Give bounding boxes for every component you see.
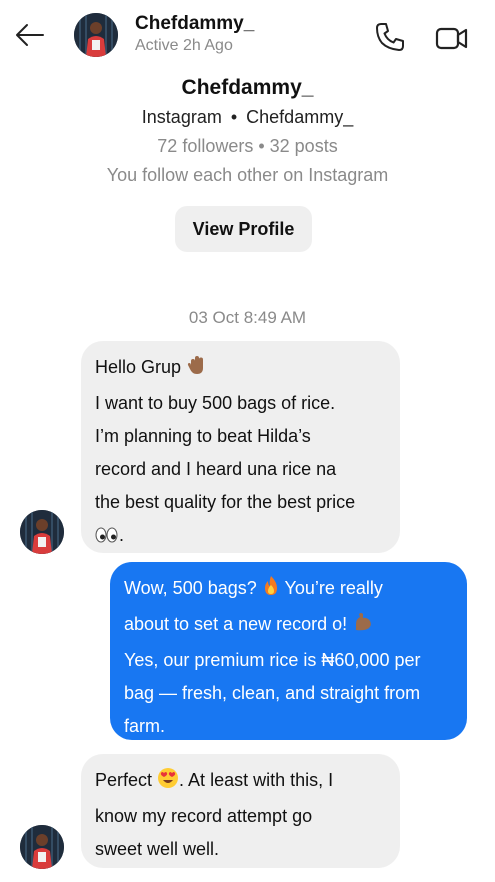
avatar-image xyxy=(20,510,64,554)
message-line: record and I heard una rice na xyxy=(95,459,337,479)
message-bubble-incoming[interactable]: Perfect . At least with this, I know my … xyxy=(81,754,400,868)
message-line: Wow, 500 bags? You’re really xyxy=(124,572,453,608)
chat-screen: Chefdammy_ Active 2h Ago Chefdammy_ Inst… xyxy=(0,0,495,882)
message-line: about to set a new record o! xyxy=(124,608,453,644)
message-bubble-incoming[interactable]: Hello Grup I want to buy 500 bags of ric… xyxy=(81,341,400,553)
message-line: Hello Grup xyxy=(95,351,386,387)
profile-name: Chefdammy_ xyxy=(181,76,314,99)
message-line: the best quality for the best price xyxy=(95,492,356,512)
active-status: Active 2h Ago xyxy=(135,37,233,54)
profile-stats: 72 followers • 32 posts xyxy=(157,136,338,156)
flexed-biceps-emoji xyxy=(352,611,374,644)
message-line: bag — fresh, clean, and straight from xyxy=(124,683,421,703)
separator-dot: • xyxy=(230,107,238,127)
message-line: know my record attempt go xyxy=(95,806,313,826)
message-line: farm. xyxy=(124,716,166,736)
message-line: I want to buy 500 bags of rice. xyxy=(95,393,336,413)
contact-name[interactable]: Chefdammy_ xyxy=(135,13,254,35)
back-button[interactable] xyxy=(12,18,48,54)
video-camera-icon xyxy=(435,27,468,50)
sender-avatar[interactable] xyxy=(20,510,64,554)
phone-icon xyxy=(376,23,404,51)
contact-avatar[interactable] xyxy=(74,13,118,57)
avatar-image xyxy=(20,825,64,869)
heart-eyes-emoji xyxy=(157,767,179,800)
video-call-button[interactable] xyxy=(433,20,471,56)
eyes-emoji xyxy=(95,522,119,555)
waving-hand-emoji xyxy=(186,354,208,387)
profile-platform: Instagram xyxy=(141,107,222,127)
message-timestamp: 03 Oct 8:49 AM xyxy=(188,308,307,327)
view-profile-button[interactable]: View Profile xyxy=(175,206,312,252)
fire-emoji xyxy=(262,575,280,608)
mutual-follow-note: You follow each other on Instagram xyxy=(106,165,389,185)
profile-source: Instagram • Chefdammy_ xyxy=(0,107,495,128)
avatar-image xyxy=(74,13,118,57)
message-line: Perfect . At least with this, I xyxy=(95,764,386,800)
chat-header: Chefdammy_ Active 2h Ago xyxy=(0,0,495,70)
profile-handle: Chefdammy_ xyxy=(246,107,354,127)
call-button[interactable] xyxy=(372,19,408,55)
message-line: sweet well well. xyxy=(95,839,220,859)
message-line: Yes, our premium rice is ₦60,000 per xyxy=(124,650,421,670)
message-bubble-outgoing[interactable]: Wow, 500 bags? You’re really about to se… xyxy=(110,562,467,740)
arrow-left-icon xyxy=(16,24,44,46)
message-line: I’m planning to beat Hilda’s xyxy=(95,426,311,446)
sender-avatar[interactable] xyxy=(20,825,64,869)
message-line: . xyxy=(95,519,386,555)
